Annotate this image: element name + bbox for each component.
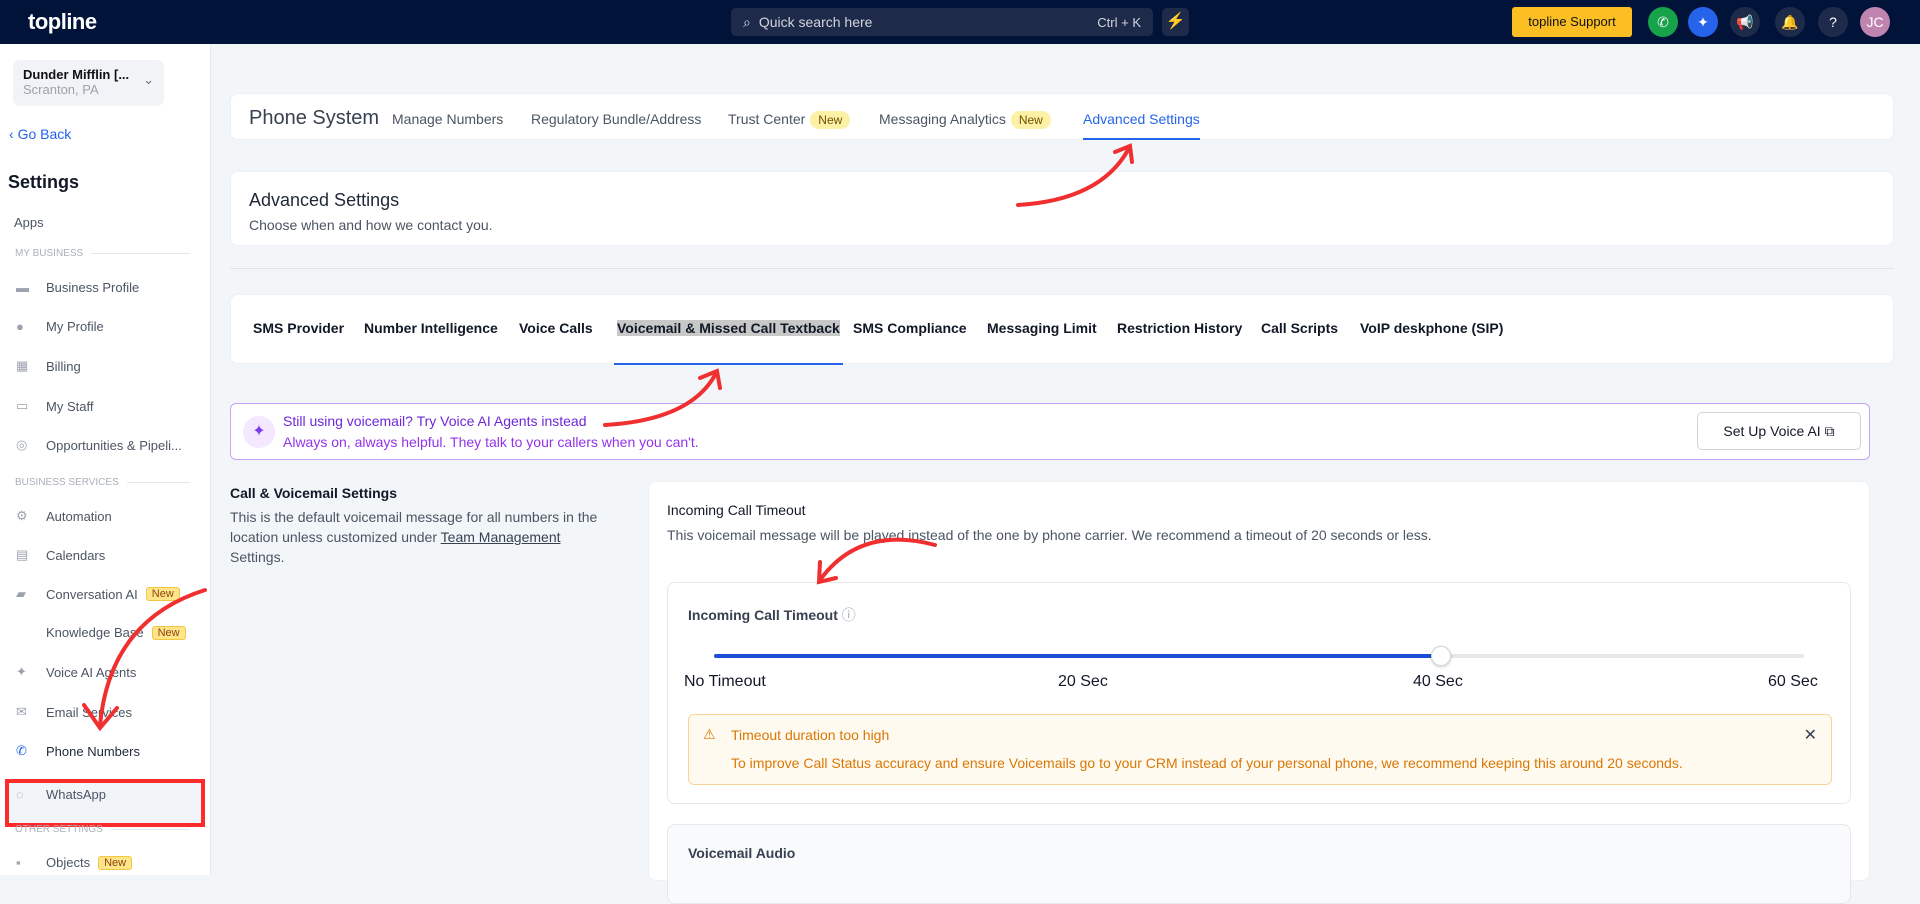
arrow-annotation bbox=[98, 588, 207, 727]
arrow-annotation bbox=[818, 537, 937, 582]
annotation-arrows bbox=[82, 143, 1134, 732]
arrow-annotation bbox=[1016, 148, 1130, 207]
arrow-annotation bbox=[603, 373, 717, 427]
